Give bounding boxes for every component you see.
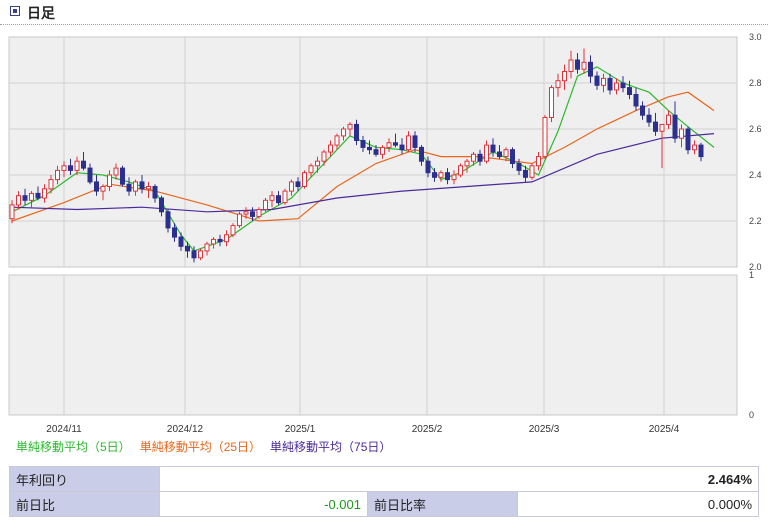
change-value: -0.001 <box>159 491 368 517</box>
yield-row: 年利回り 2.464% <box>9 466 759 492</box>
y-tick-label: 2.4 <box>749 170 762 180</box>
page-title: 日足 <box>27 5 55 21</box>
volume-panel <box>8 274 738 416</box>
y-tick-label: 2.6 <box>749 124 762 134</box>
candle <box>529 163 535 180</box>
change-label: 前日比 <box>9 491 160 517</box>
title-bar: 日足 <box>0 0 768 25</box>
vol-y-tick-label: 1 <box>749 270 754 280</box>
candle <box>263 198 268 212</box>
candle <box>542 115 548 159</box>
candle <box>237 211 242 228</box>
x-tick-label: 2025/3 <box>529 424 560 435</box>
legend-ma25: 単純移動平均（25日） <box>139 440 262 454</box>
price-panel <box>8 36 738 268</box>
candle <box>302 170 307 189</box>
change-rate-label: 前日比率 <box>367 491 518 517</box>
price-chart: 3.02.82.62.42.22.0102024/11 2024/12 2025/1… <box>8 32 762 435</box>
candle <box>120 165 125 187</box>
x-tick-label: 2024/11 <box>46 424 82 435</box>
change-rate-value: 0.000% <box>517 491 759 517</box>
legend: 単純移動平均（5日） 単純移動平均（25日） 単純移動平均（75日） <box>16 438 400 455</box>
legend-ma75: 単純移動平均（75日） <box>270 440 392 454</box>
y-tick-label: 3.0 <box>749 32 762 42</box>
x-tick-label: 2025/1 <box>285 424 316 435</box>
x-tick-label: 2025/4 <box>649 424 680 435</box>
x-tick-label: 2025/2 <box>412 424 443 435</box>
info-table: 年利回り 2.464% 前日比 -0.001 前日比率 0.000% <box>9 466 759 517</box>
yield-label: 年利回り <box>9 466 160 492</box>
candle <box>549 85 554 123</box>
vol-y-tick-label: 0 <box>749 410 754 420</box>
candle <box>230 223 236 238</box>
y-tick-label: 2.2 <box>749 216 762 226</box>
y-tick-label: 2.8 <box>749 78 762 88</box>
x-tick-label: 2024/12 <box>167 424 204 435</box>
change-row: 前日比 -0.001 前日比率 0.000% <box>9 491 759 517</box>
candle <box>458 163 463 178</box>
candle <box>282 188 288 205</box>
legend-ma5: 単純移動平均（5日） <box>16 440 131 454</box>
candle <box>685 126 691 155</box>
yield-value: 2.464% <box>159 466 759 492</box>
square-icon <box>10 6 20 16</box>
